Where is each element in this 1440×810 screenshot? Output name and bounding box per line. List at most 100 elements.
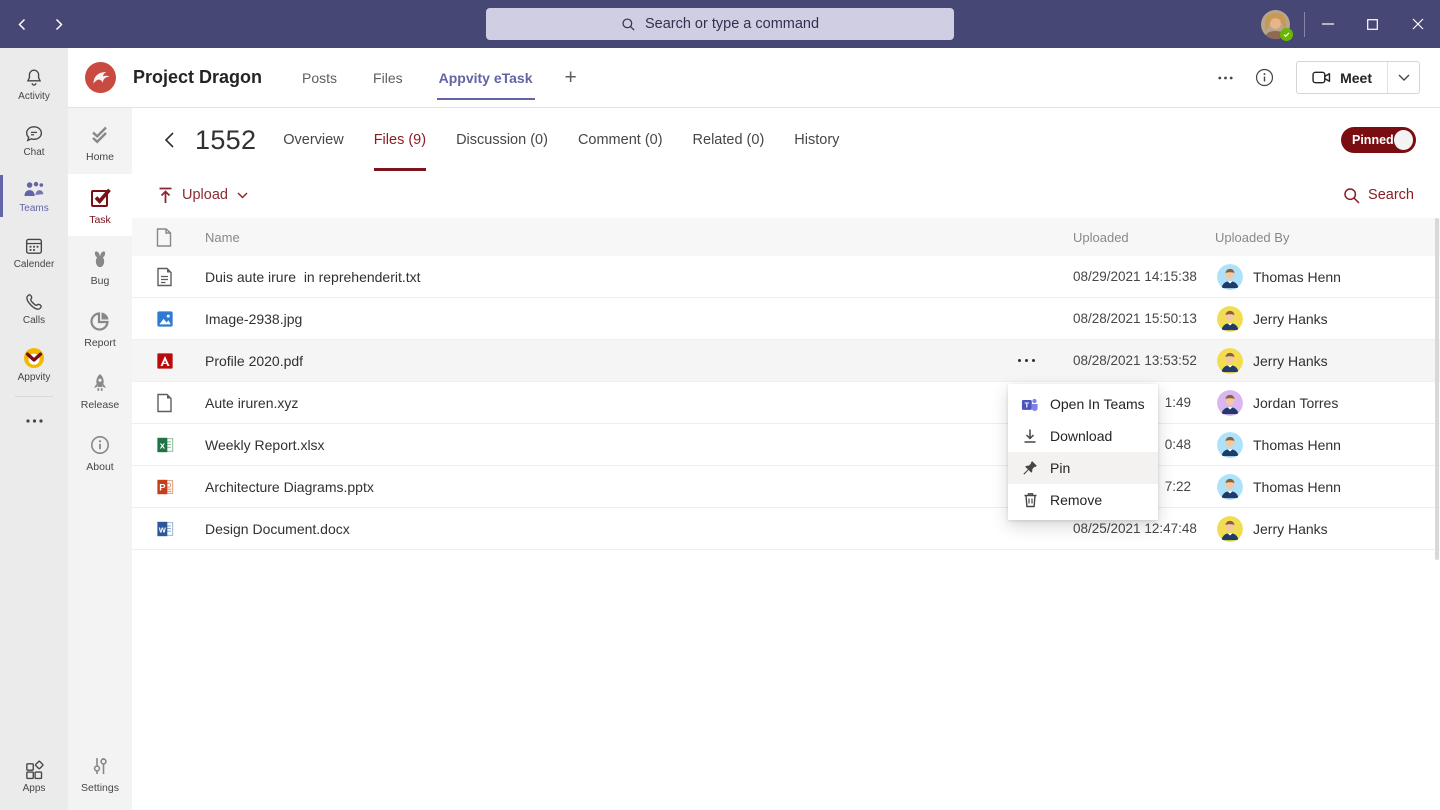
rail-item-calls[interactable]: Calls	[0, 280, 68, 336]
team-header: Project Dragon Posts Files Appvity eTask…	[68, 48, 1440, 108]
file-name[interactable]: Design Document.docx	[205, 521, 350, 537]
window-titlebar: Search or type a command	[0, 0, 1440, 48]
files-search-button[interactable]: Search	[1343, 187, 1414, 204]
tab-files[interactable]: Files	[373, 48, 403, 107]
generic-file-icon	[132, 393, 205, 413]
release-rocket-icon	[88, 371, 112, 395]
table-row[interactable]: w Design Document.docx 08/25/2021 12:47:…	[132, 508, 1440, 550]
tab-appvity-etask[interactable]: Appvity eTask	[439, 48, 533, 107]
sidebar-item-bug[interactable]: Bug	[68, 236, 132, 298]
uploader-name: Jerry Hanks	[1253, 311, 1328, 327]
menu-item-pin[interactable]: Pin	[1008, 452, 1158, 484]
rail-more-apps-icon[interactable]	[0, 401, 68, 441]
file-name[interactable]: Duis aute irure in reprehenderit.txt	[205, 269, 421, 285]
sidebar-item-settings[interactable]: Settings	[68, 738, 132, 810]
back-icon[interactable]	[12, 10, 32, 38]
xlsx-file-icon: x	[132, 436, 205, 454]
user-avatar[interactable]	[1261, 10, 1290, 39]
table-row[interactable]: Aute iruren.xyz 1:49 Jordan Torres	[132, 382, 1440, 424]
tab-files[interactable]: Files (9)	[359, 108, 441, 172]
rail-item-apps[interactable]: Apps	[0, 748, 68, 804]
uploaded-date: 08/28/2021 13:53:52	[1073, 353, 1215, 368]
uploader-avatar	[1217, 264, 1243, 290]
more-options-icon[interactable]	[1218, 76, 1233, 80]
team-name: Project Dragon	[133, 67, 262, 88]
history-nav	[12, 0, 68, 48]
table-row[interactable]: x Weekly Report.xlsx 0:48 Thomas Henn	[132, 424, 1440, 466]
file-name[interactable]: Profile 2020.pdf	[205, 353, 303, 369]
task-header: 1552 Overview Files (9) Discussion (0) C…	[132, 108, 1440, 172]
file-name[interactable]: Weekly Report.xlsx	[205, 437, 325, 453]
add-tab-button[interactable]: +	[565, 66, 577, 90]
tab-posts[interactable]: Posts	[302, 48, 337, 107]
file-name[interactable]: Architecture Diagrams.pptx	[205, 479, 374, 495]
row-more-options-icon[interactable]	[1018, 359, 1036, 363]
sidebar-item-task[interactable]: Task	[68, 174, 132, 236]
calendar-icon	[23, 235, 45, 257]
rail-item-teams[interactable]: Teams	[0, 168, 68, 224]
apps-grid-icon	[23, 759, 45, 781]
channel-tabs: Posts Files Appvity eTask	[302, 48, 532, 107]
docx-file-icon: w	[132, 520, 205, 538]
team-logo	[85, 62, 116, 93]
rail-item-activity[interactable]: Activity	[0, 56, 68, 112]
sidebar-item-home[interactable]: Home	[68, 112, 132, 174]
file-name[interactable]: Image-2938.jpg	[205, 311, 302, 327]
file-name[interactable]: Aute iruren.xyz	[205, 395, 298, 411]
maximize-button[interactable]	[1350, 0, 1395, 48]
tab-overview[interactable]: Overview	[268, 108, 358, 172]
pinned-toggle[interactable]: Pinned	[1341, 127, 1416, 153]
vertical-scrollbar[interactable]	[1435, 218, 1439, 560]
pin-icon	[1021, 460, 1039, 476]
tab-related[interactable]: Related (0)	[678, 108, 780, 172]
jpg-file-icon	[132, 310, 205, 328]
sidebar-item-report[interactable]: Report	[68, 298, 132, 360]
tab-history[interactable]: History	[779, 108, 854, 172]
uploader-name: Jerry Hanks	[1253, 521, 1328, 537]
settings-sliders-icon	[88, 754, 112, 778]
command-search-input[interactable]: Search or type a command	[486, 8, 954, 40]
pptx-file-icon: P	[132, 478, 205, 496]
files-toolbar: Upload Search	[132, 172, 1440, 218]
uploader-avatar	[1217, 306, 1243, 332]
file-column-icon	[132, 228, 205, 247]
sidebar-item-release[interactable]: Release	[68, 360, 132, 422]
close-button[interactable]	[1395, 0, 1440, 48]
table-row[interactable]: Duis aute irure in reprehenderit.txt 08/…	[132, 256, 1440, 298]
sidebar-item-about[interactable]: About	[68, 422, 132, 484]
meet-dropdown-button[interactable]	[1388, 62, 1419, 93]
minimize-button[interactable]	[1305, 0, 1350, 48]
table-row-selected[interactable]: Profile 2020.pdf 08/28/2021 13:53:52 Jer…	[132, 340, 1440, 382]
uploader-avatar	[1217, 348, 1243, 374]
txt-file-icon	[132, 267, 205, 287]
column-name[interactable]: Name	[205, 230, 1073, 245]
tab-comment[interactable]: Comment (0)	[563, 108, 678, 172]
rail-item-chat[interactable]: Chat	[0, 112, 68, 168]
uploaded-date: 08/29/2021 14:15:38	[1073, 269, 1215, 284]
etask-sidebar: Home Task Bug Report Release About Setti…	[68, 108, 132, 810]
upload-button[interactable]: Upload	[158, 187, 248, 204]
uploader-name: Thomas Henn	[1253, 479, 1341, 495]
meet-button[interactable]: Meet	[1297, 62, 1387, 93]
info-icon[interactable]	[1255, 68, 1274, 87]
forward-icon[interactable]	[48, 10, 68, 38]
svg-text:P: P	[159, 482, 165, 493]
back-chevron-icon[interactable]	[158, 126, 180, 154]
menu-item-open-in-teams[interactable]: T Open In Teams	[1008, 388, 1158, 420]
task-id: 1552	[195, 125, 256, 156]
table-row[interactable]: P Architecture Diagrams.pptx 7:22 Thomas…	[132, 466, 1440, 508]
rail-item-calendar[interactable]: Calender	[0, 224, 68, 280]
table-row[interactable]: Image-2938.jpg 08/28/2021 15:50:13 Jerry…	[132, 298, 1440, 340]
tab-discussion[interactable]: Discussion (0)	[441, 108, 563, 172]
uploader-avatar	[1217, 516, 1243, 542]
presence-badge	[1280, 28, 1293, 41]
menu-item-download[interactable]: Download	[1008, 420, 1158, 452]
menu-item-remove[interactable]: Remove	[1008, 484, 1158, 516]
uploader-avatar	[1217, 432, 1243, 458]
task-tabs: Overview Files (9) Discussion (0) Commen…	[268, 108, 854, 172]
column-uploaded[interactable]: Uploaded	[1073, 230, 1215, 245]
rail-item-appvity[interactable]: Appvity	[0, 336, 68, 392]
phone-icon	[23, 291, 45, 313]
column-uploaded-by[interactable]: Uploaded By	[1215, 230, 1440, 245]
download-icon	[1021, 428, 1039, 444]
